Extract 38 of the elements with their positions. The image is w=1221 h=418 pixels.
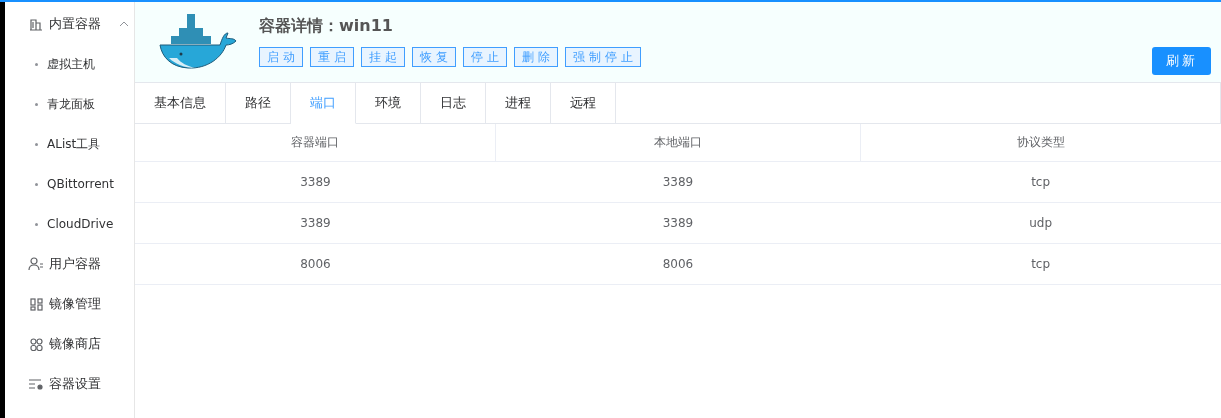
table-cell: tcp — [860, 243, 1221, 285]
column-header: 容器端口 — [135, 124, 496, 162]
sidebar-item[interactable]: 镜像管理 — [5, 284, 134, 324]
table-cell: tcp — [860, 161, 1221, 203]
table-cell: udp — [860, 202, 1221, 244]
table-cell: 3389 — [135, 161, 496, 203]
sidebar-subitem[interactable]: 虚拟主机 — [5, 44, 134, 84]
building-icon — [29, 17, 43, 31]
sidebar-subitem[interactable]: CloudDrive — [5, 204, 134, 244]
tab[interactable]: 进程 — [486, 83, 551, 123]
settings-icon — [28, 378, 44, 390]
tab[interactable]: 基本信息 — [135, 83, 226, 123]
bullet-icon — [35, 222, 38, 226]
tab[interactable]: 环境 — [356, 83, 421, 123]
table-cell: 8006 — [135, 243, 496, 285]
tab[interactable]: 远程 — [551, 83, 616, 123]
sidebar-subitem[interactable]: 青龙面板 — [5, 84, 134, 124]
table-cell: 3389 — [495, 202, 861, 244]
table-cell: 3389 — [135, 202, 496, 244]
column-header: 协议类型 — [860, 124, 1221, 162]
bullet-icon — [35, 142, 38, 146]
apps-icon — [29, 337, 43, 351]
bullet-icon — [35, 182, 38, 186]
sidebar-subitem[interactable]: AList工具 — [5, 124, 134, 164]
tab[interactable]: 日志 — [421, 83, 486, 123]
sidebar-item[interactable]: 用户容器 — [5, 244, 134, 284]
sidebar-item[interactable]: 容器设置 — [5, 364, 134, 404]
bullet-icon — [35, 62, 38, 66]
container-title: 容器详情：win11 — [259, 16, 394, 36]
user-icon — [28, 257, 44, 271]
sidebar-item[interactable]: 内置容器 — [5, 4, 134, 44]
sidebar-subitem[interactable]: QBittorrent — [5, 164, 134, 204]
table-cell: 3389 — [495, 161, 861, 203]
grid-icon — [29, 297, 43, 311]
sidebar-item[interactable]: 镜像商店 — [5, 324, 134, 364]
table-cell: 8006 — [495, 243, 861, 285]
bullet-icon — [35, 102, 38, 106]
column-header: 本地端口 — [495, 124, 861, 162]
